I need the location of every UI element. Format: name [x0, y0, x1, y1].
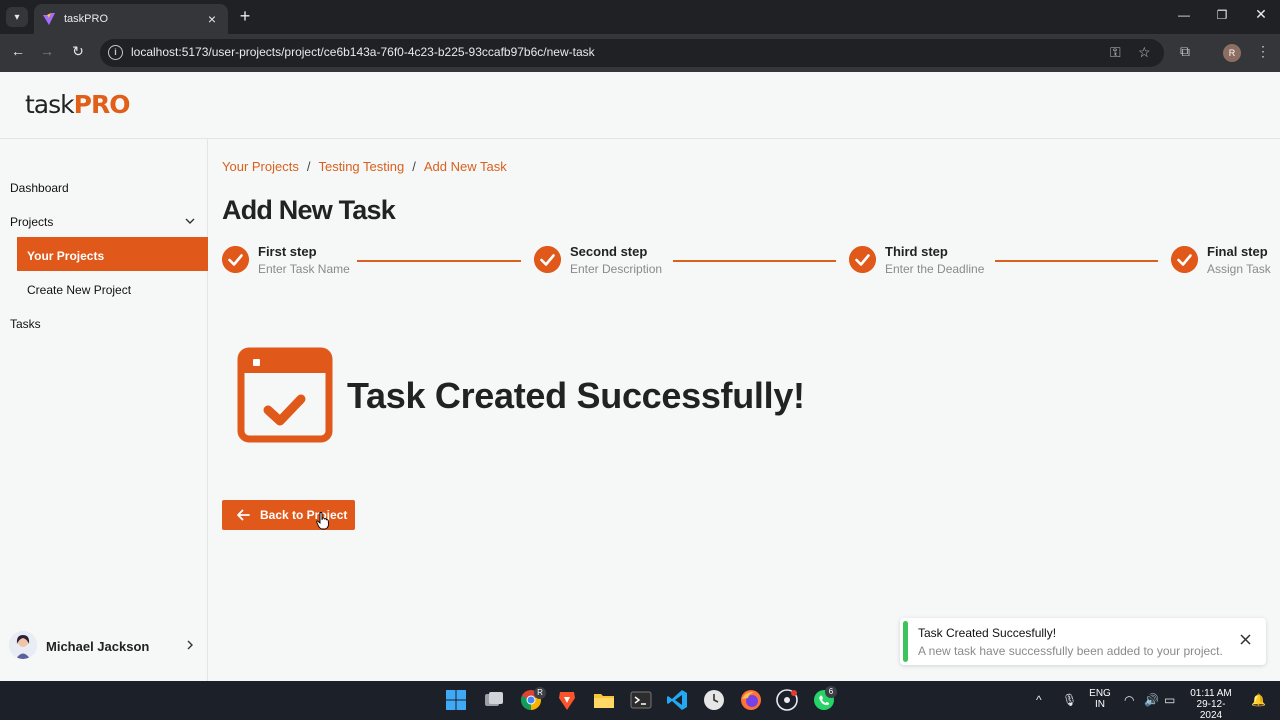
site-info-icon[interactable]: i [108, 45, 123, 60]
chevron-up-icon[interactable]: ^ [1036, 693, 1042, 707]
arrow-left-icon [237, 509, 250, 521]
user-profile[interactable]: Michael Jackson [9, 631, 199, 661]
chrome-profile-badge: R [534, 687, 546, 699]
vscode-icon[interactable] [666, 689, 688, 711]
user-name: Michael Jackson [46, 639, 150, 654]
profile-avatar[interactable]: R [1223, 44, 1241, 62]
windows-start-icon[interactable] [445, 689, 467, 711]
step-connector [995, 260, 1158, 262]
toast-status-bar [903, 621, 908, 662]
task-view-icon[interactable] [483, 689, 505, 711]
tab-close-icon[interactable]: × [204, 11, 220, 27]
back-icon[interactable]: ← [8, 43, 28, 59]
close-icon[interactable] [1240, 634, 1251, 645]
extensions-icon[interactable]: ⧉ [1180, 43, 1190, 60]
logo-text-pro: PRO [73, 90, 131, 119]
app-logo[interactable]: taskPRO [25, 90, 131, 119]
step-title: Third step [885, 244, 948, 259]
microphone-icon[interactable]: 🎙 [1062, 693, 1077, 707]
clock-app-icon[interactable] [703, 689, 725, 711]
step-description: Assign Task [1207, 262, 1271, 276]
back-to-project-button[interactable]: Back to Project [222, 500, 355, 530]
forward-icon[interactable]: → [37, 43, 57, 59]
page-title: Add New Task [222, 195, 396, 225]
url-text[interactable]: localhost:5173/user-projects/project/ce6… [131, 45, 595, 59]
clock-date: 29-12-2024 [1196, 699, 1226, 720]
tab-search-button[interactable]: ▾ [6, 7, 28, 27]
check-icon [534, 246, 561, 273]
app-header: taskPRO [0, 72, 1280, 139]
breadcrumb: Your Projects / Testing Testing / Add New Ta… [222, 159, 507, 174]
breadcrumb-separator: / [306, 159, 311, 174]
notification-bell-icon[interactable]: 🔔 [1251, 693, 1266, 707]
sidebar-item-your-projects[interactable]: Your Projects [17, 237, 208, 271]
toast-title: Task Created Succesfully! [918, 626, 1057, 640]
breadcrumb-your-projects[interactable]: Your Projects [222, 159, 299, 174]
toast-notification: Task Created Succesfully! A new task hav… [900, 618, 1266, 665]
sidebar-item-dashboard[interactable]: Dashboard [10, 181, 69, 195]
clock-time: 01:11 AM [1190, 688, 1232, 699]
breadcrumb-current[interactable]: Add New Task [424, 159, 507, 174]
brave-icon[interactable] [556, 689, 578, 711]
chevron-right-icon[interactable] [185, 640, 195, 650]
step-connector [673, 260, 836, 262]
language-code: ENG [1089, 688, 1111, 699]
github-desktop-icon[interactable] [776, 689, 798, 711]
new-tab-plus-icon[interactable]: + [236, 6, 254, 27]
tab-title: taskPRO [64, 13, 109, 25]
whatsapp-unread-badge: 6 [825, 686, 837, 698]
address-bar[interactable]: i localhost:5173/user-projects/project/c… [100, 39, 1164, 67]
clock[interactable]: 01:11 AM 29-12-2024 [1188, 688, 1234, 720]
region-code: IN [1095, 699, 1105, 710]
volume-icon[interactable]: 🔊 [1144, 693, 1159, 707]
restore-icon[interactable]: ❐ [1212, 8, 1232, 22]
reload-icon[interactable]: ↻ [68, 43, 88, 60]
check-icon [222, 246, 249, 273]
more-menu-icon[interactable]: ⋮ [1256, 43, 1270, 60]
browser-tab-bar: ▾ taskPRO × + — ❐ ✕ [0, 0, 1280, 34]
step-title: First step [258, 244, 317, 259]
windows-taskbar: R 6 ^ 🎙 ENG IN ◠ 🔊 ▭ 01:11 AM 29-12-2024… [0, 681, 1280, 720]
toast-description: A new task have successfully been added … [918, 644, 1223, 658]
sidebar-item-projects[interactable]: Projects [10, 215, 53, 229]
bookmark-star-icon[interactable]: ☆ [1138, 44, 1151, 61]
chevron-down-icon[interactable] [185, 216, 195, 226]
file-explorer-icon[interactable] [593, 689, 615, 711]
taskpro-favicon-icon [43, 13, 55, 25]
minimize-icon[interactable]: — [1174, 8, 1194, 22]
calendar-check-icon [237, 347, 333, 443]
firefox-icon[interactable] [740, 689, 762, 711]
back-button-label: Back to Project [260, 508, 348, 522]
key-icon[interactable]: ⚿ [1110, 44, 1121, 61]
browser-toolbar: ← → ↻ i localhost:5173/user-projects/pro… [0, 34, 1280, 72]
language-indicator[interactable]: ENG IN [1086, 688, 1114, 710]
sidebar-item-create-project[interactable]: Create New Project [27, 283, 131, 297]
check-icon [1171, 246, 1198, 273]
terminal-icon[interactable] [630, 689, 652, 711]
logo-text-task: task [25, 90, 75, 119]
hand-cursor-icon [316, 512, 329, 530]
browser-tab[interactable]: taskPRO × [34, 4, 228, 34]
sidebar-item-tasks[interactable]: Tasks [10, 317, 41, 331]
breadcrumb-project[interactable]: Testing Testing [318, 159, 404, 174]
window-close-icon[interactable]: ✕ [1251, 6, 1271, 23]
step-connector [357, 260, 521, 262]
step-title: Second step [570, 244, 648, 259]
step-description: Enter Description [570, 262, 663, 276]
step-title: Final step [1207, 244, 1268, 259]
step-description: Enter Task Name [258, 262, 350, 276]
check-icon [849, 246, 876, 273]
wifi-icon[interactable]: ◠ [1124, 693, 1134, 707]
sidebar: Dashboard Projects Your Projects Create … [0, 139, 208, 681]
battery-icon[interactable]: ▭ [1164, 693, 1175, 707]
step-description: Enter the Deadline [885, 262, 985, 276]
breadcrumb-separator: / [412, 159, 416, 174]
avatar [9, 631, 37, 659]
success-message: Task Created Successfully! [347, 375, 805, 416]
main-content: Your Projects / Testing Testing / Add New Ta… [209, 139, 1280, 681]
